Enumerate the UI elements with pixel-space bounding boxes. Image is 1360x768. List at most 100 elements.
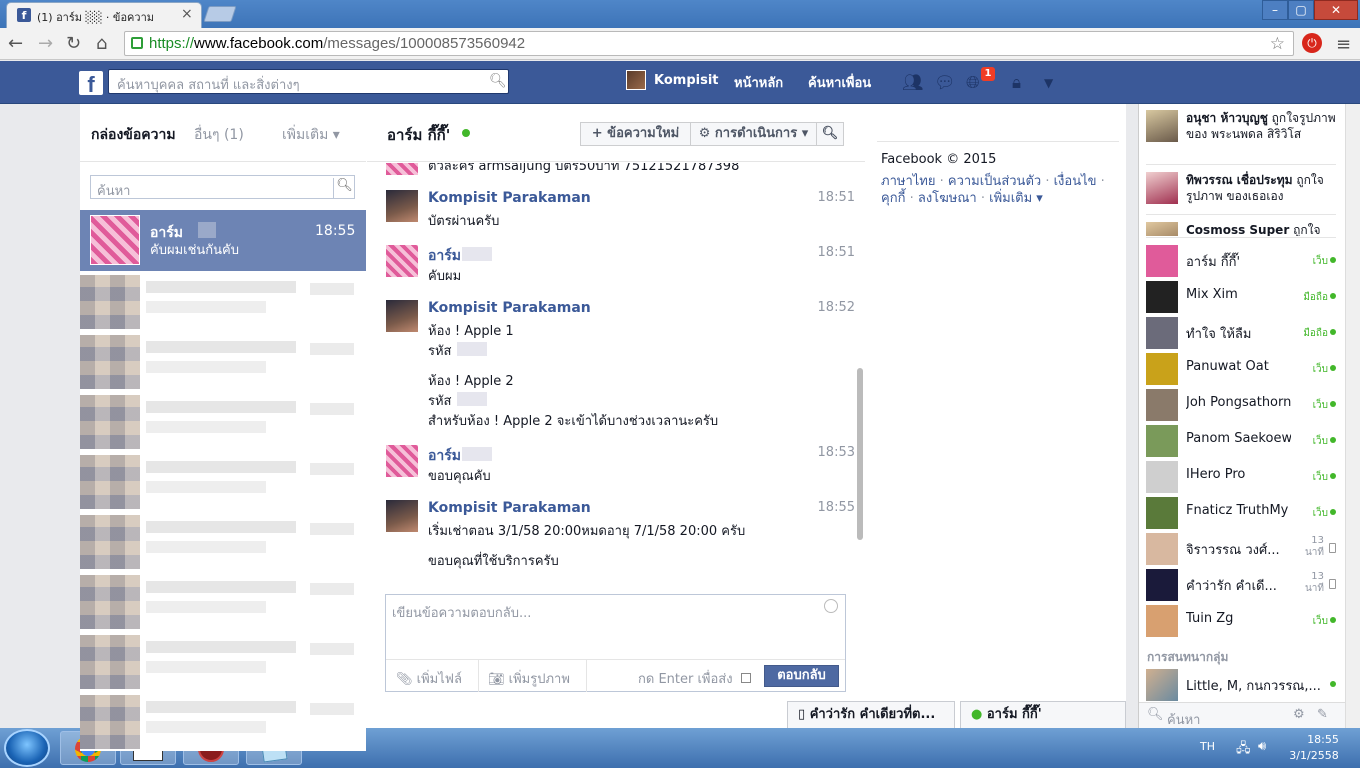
gear-icon[interactable]: ⚙ (1293, 707, 1305, 722)
close-tab-icon[interactable]: × (181, 6, 193, 22)
footer-link[interactable]: คุกกี้ (881, 191, 905, 206)
notifications-globe-icon[interactable]: 🌐︎ (966, 73, 980, 93)
browser-tab[interactable]: f (1) อาร์ม ░░ · ข้อความ × (6, 2, 202, 28)
chat-contact[interactable]: ทำใจ ให้ลืม มือถือ (1146, 315, 1336, 351)
conversation-item[interactable] (80, 691, 366, 751)
message-sender[interactable]: อาร์ม (428, 245, 461, 267)
add-photo-button[interactable]: 📷︎ เพิ่มรูปภาพ (488, 668, 570, 689)
page-scrollbar[interactable] (1345, 104, 1360, 728)
chat-contact[interactable]: Panom Saekoew เว็บ (1146, 423, 1336, 459)
footer-link[interactable]: ลงโฆษณา (918, 191, 977, 206)
contact-status: มือถือ (1303, 328, 1328, 339)
reply-button[interactable]: ตอบกลับ (764, 665, 839, 687)
more-tab[interactable]: เพิ่มเติม ▾ (282, 124, 340, 146)
footer-link[interactable]: เพิ่มเติม ▾ (989, 191, 1043, 206)
chat-contact[interactable]: IHero Pro เว็บ (1146, 459, 1336, 495)
enter-to-send-checkbox[interactable] (741, 673, 751, 683)
forward-icon[interactable]: → (38, 33, 53, 54)
attach-file-button[interactable]: 📎︎ เพิ่มไฟล์ (396, 668, 462, 689)
facebook-logo-icon[interactable]: f (79, 71, 103, 97)
reply-input[interactable]: เขียนข้อความตอบกลับ... (392, 602, 531, 623)
group-conversation[interactable]: Little, M, กนกวรรณ,... (1146, 667, 1336, 703)
new-tab-button[interactable] (203, 6, 237, 22)
ticker-story[interactable]: Cosmoss Super ถูกใจ (1146, 222, 1336, 236)
separator: · (905, 191, 918, 206)
find-friends-link[interactable]: ค้นหาเพื่อน (808, 72, 871, 93)
reload-icon[interactable]: ↻ (66, 33, 81, 54)
avatar (1146, 533, 1178, 565)
message-text: ขอบคุณคับ (428, 469, 491, 484)
chat-contact[interactable]: คำว่ารัก คำเดี... 13 นาที (1146, 567, 1336, 603)
message-sender[interactable]: Kompisit Parakaman (428, 300, 591, 316)
conversation-item[interactable] (80, 391, 366, 451)
chat-contact[interactable]: อาร์ม กี๊กี๊' เว็บ (1146, 243, 1336, 279)
clock-time[interactable]: 18:55 (1298, 733, 1348, 746)
message-sender[interactable]: Kompisit Parakaman (428, 190, 591, 206)
minimize-button[interactable]: – (1262, 0, 1288, 20)
search-icon[interactable]: 🔍︎ (333, 178, 355, 198)
new-message-button[interactable]: + ข้อความใหม่ (580, 122, 691, 146)
thread-scrollbar[interactable] (857, 368, 863, 540)
chat-search-input[interactable]: 🔍︎ ค้นหา ⚙ ✎ (1139, 702, 1345, 728)
compose-icon[interactable]: ✎ (1317, 707, 1328, 722)
contact-status: เว็บ (1312, 508, 1328, 519)
footer-copyright: Facebook © 2015 (881, 152, 997, 167)
privacy-lock-icon[interactable]: 🔒︎ (1012, 73, 1021, 93)
chat-contact[interactable]: Fnaticz TruthMy เว็บ (1146, 495, 1336, 531)
conversation-item[interactable] (80, 571, 366, 631)
bookmark-star-icon[interactable]: ☆ (1270, 34, 1285, 54)
avatar (386, 190, 418, 222)
inbox-search-input[interactable]: ค้นหา 🔍︎ (90, 175, 355, 199)
chat-contact[interactable]: จิราวรรณ วงศ์... 13 นาที (1146, 531, 1336, 567)
friend-requests-icon[interactable]: 👥︎ (902, 73, 924, 93)
other-tab[interactable]: อื่นๆ (1) (194, 124, 244, 146)
search-icon[interactable]: 🔍︎ (489, 73, 507, 89)
messages-icon[interactable]: 💬︎ (934, 73, 956, 93)
volume-icon[interactable]: 🔊︎ (1258, 739, 1266, 754)
home-icon[interactable]: ⌂ (96, 33, 107, 54)
emoji-icon[interactable] (824, 599, 838, 613)
input-language[interactable]: TH (1200, 740, 1215, 753)
maximize-button[interactable]: ▢ (1288, 0, 1314, 20)
footer-link[interactable]: ความเป็นส่วนตัว (948, 174, 1041, 189)
chrome-menu-icon[interactable]: ≡ (1336, 34, 1351, 55)
conversation-item[interactable] (80, 331, 366, 391)
conversation-item[interactable] (80, 271, 366, 331)
facebook-search-input[interactable]: ค้นหาบุคคล สถานที่ และสิ่งต่างๆ 🔍︎ (108, 69, 509, 94)
chat-tab[interactable]: ● อาร์ม กี๊กี๊' (960, 701, 1126, 728)
chat-contact[interactable]: Mix Xim มือถือ (1146, 279, 1336, 315)
back-icon[interactable]: ← (8, 33, 23, 54)
conversation-item[interactable] (80, 511, 366, 571)
message-text: ห้อง ! Apple 2 (428, 374, 514, 389)
chat-contact[interactable]: Tuin Zg เว็บ (1146, 603, 1336, 639)
conversation-item[interactable] (80, 631, 366, 691)
message-sender[interactable]: Kompisit Parakaman (428, 500, 591, 516)
message-text: รหัส (428, 344, 452, 359)
close-window-button[interactable]: ✕ (1314, 0, 1358, 20)
extension-icon[interactable]: ⏻ (1302, 33, 1322, 53)
chat-contact[interactable]: Panuwat Oat เว็บ (1146, 351, 1336, 387)
composer-toolbar: 📎︎ เพิ่มไฟล์ 📷︎ เพิ่มรูปภาพ กด Enter เพื… (386, 659, 845, 692)
footer-link[interactable]: ภาษาไทย (881, 174, 935, 189)
home-link[interactable]: หน้าหลัก (734, 72, 783, 93)
conversation-item-selected[interactable]: อาร์ม 18:55 คับผมเช่นกันคับ (80, 210, 366, 271)
start-button[interactable] (4, 729, 50, 767)
conversation-search-button[interactable]: 🔍︎ (816, 122, 844, 146)
avatar (1146, 497, 1178, 529)
chat-tab[interactable]: ▯ คำว่ารัก คำเดียวที่ต... (787, 701, 955, 728)
clock-date[interactable]: 3/1/2558 (1284, 749, 1344, 762)
conversation-item[interactable] (80, 451, 366, 511)
message-sender[interactable]: อาร์ม (428, 445, 461, 467)
account-menu-arrow-icon[interactable]: ▼ (1044, 76, 1053, 90)
network-icon[interactable]: 🖧︎ (1236, 739, 1251, 761)
footer-link[interactable]: เงื่อนไข (1054, 174, 1097, 189)
ticker-text: Cosmoss Super ถูกใจ (1186, 222, 1336, 236)
profile-link[interactable]: Kompisit (626, 70, 719, 90)
reply-composer[interactable]: เขียนข้อความตอบกลับ... 📎︎ เพิ่มไฟล์ 📷︎ เ… (385, 594, 846, 692)
message-text: คับผม (428, 269, 462, 284)
address-bar[interactable]: https://www.facebook.com/messages/100008… (124, 31, 1294, 56)
chat-contact[interactable]: Joh Pongsathorn เว็บ (1146, 387, 1336, 423)
inbox-tab[interactable]: กล่องข้อความ (91, 124, 176, 146)
divider (1146, 164, 1336, 165)
actions-button[interactable]: ⚙ การดำเนินการ ▾ (690, 122, 817, 146)
